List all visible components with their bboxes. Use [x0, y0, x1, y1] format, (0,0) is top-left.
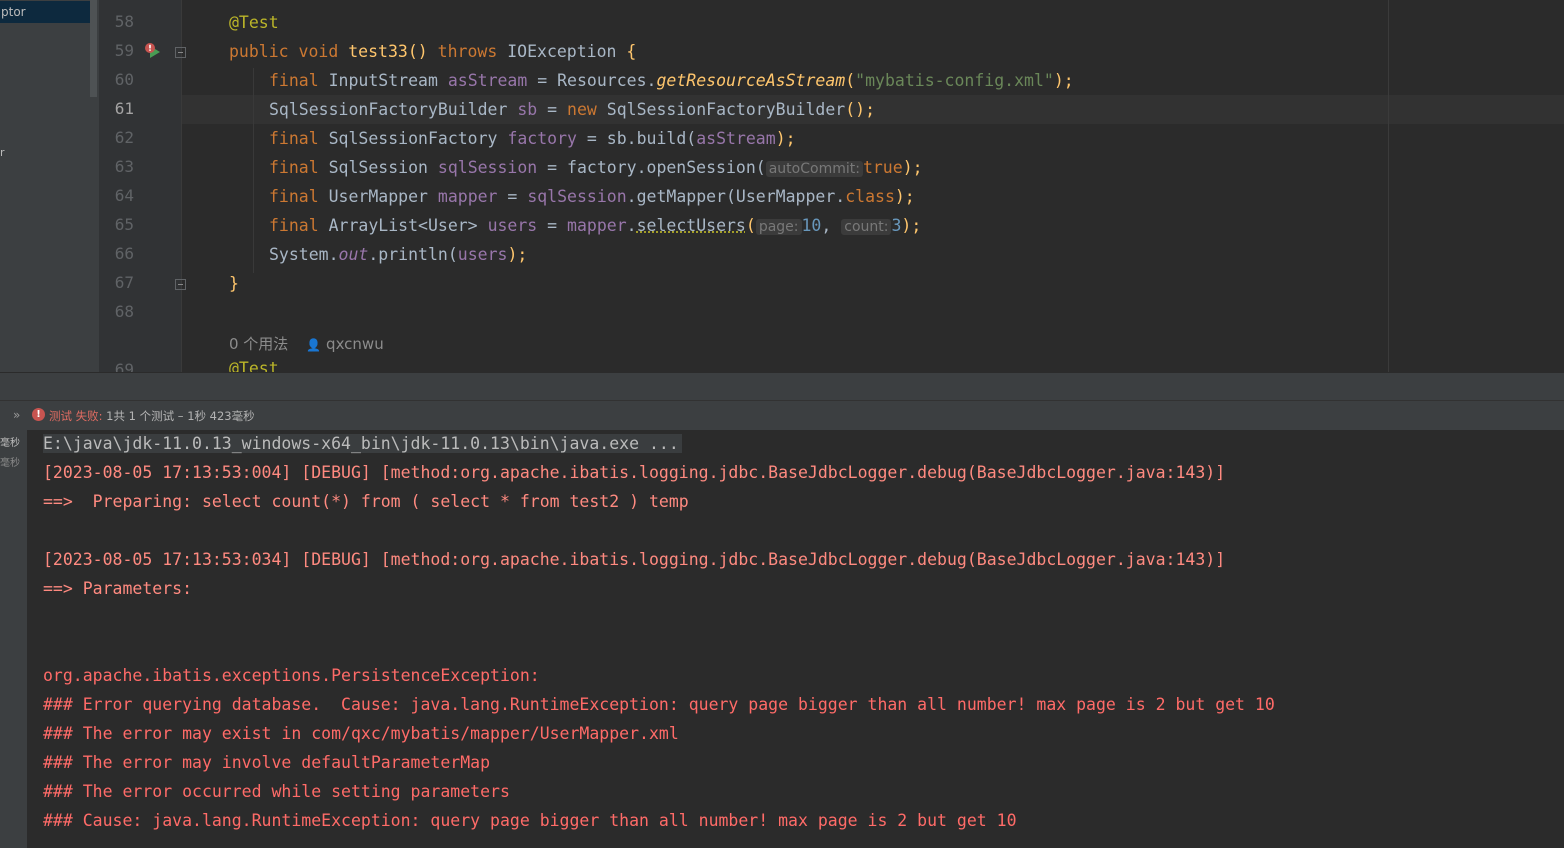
author-name[interactable]: qxcnwu [326, 335, 384, 353]
project-tree-selected-item[interactable]: ptor [0, 1, 90, 23]
test-tree-duration: 毫秒 [0, 438, 20, 449]
fold-collapse-icon[interactable] [175, 279, 186, 290]
project-tree-item-fragment: r [0, 146, 5, 159]
line-number: 64 [114, 186, 134, 205]
code-vision-usages[interactable]: 0 个用法 👤 qxcnwu [229, 333, 384, 354]
line-number: 65 [114, 215, 134, 234]
fold-collapse-icon[interactable] [175, 47, 186, 58]
code-line-59: public void test33() throws IOException … [229, 42, 637, 61]
indent-guide [253, 68, 254, 273]
parameter-hint: count: [841, 219, 892, 235]
line-number: 59 [114, 41, 134, 60]
run-status-bar: » ! 测试 失败: 1共 1 个测试 – 1秒 423毫秒 [0, 400, 1564, 431]
author-icon: 👤 [306, 338, 322, 352]
line-number: 63 [114, 157, 134, 176]
parameter-hint: page: [755, 219, 802, 235]
line-number: 68 [114, 302, 134, 321]
console-error-line: ### The error may exist in com/qxc/mybat… [43, 724, 679, 743]
line-number: 66 [114, 244, 134, 263]
console-error-line: ### Cause: java.lang.RuntimeException: q… [43, 811, 1017, 830]
console-error-line: ### Error querying database. Cause: java… [43, 695, 1275, 714]
project-panel: ptor r [0, 0, 99, 372]
parameter-hint: autoCommit: [765, 161, 863, 177]
console-line: ==> Parameters: [43, 579, 202, 598]
run-test-failed-icon[interactable] [144, 42, 164, 64]
right-margin-guide [1388, 0, 1389, 372]
console-line: [2023-08-05 17:13:53:004] [DEBUG] [metho… [43, 463, 1226, 482]
line-number: 60 [114, 70, 134, 89]
console-command-line[interactable]: E:\java\jdk-11.0.13_windows-x64_bin\jdk-… [43, 434, 682, 453]
code-line-64: final UserMapper mapper = sqlSession.get… [269, 187, 915, 206]
code-line-62: final SqlSessionFactory factory = sb.bui… [269, 129, 796, 148]
error-icon: ! [32, 408, 45, 421]
expand-chevron-icon[interactable]: » [13, 408, 20, 422]
code-line-58: @Test [229, 13, 279, 32]
code-line-65: final ArrayList<User> users = mapper.sel… [269, 216, 922, 235]
project-panel-scrollbar[interactable] [90, 0, 97, 97]
code-line-66: System.out.println(users); [269, 245, 528, 264]
test-tree-panel[interactable]: 毫秒 毫秒 [0, 430, 27, 848]
test-tree-duration: 毫秒 [0, 458, 20, 469]
line-number: 58 [114, 12, 134, 31]
test-status-text: 测试 失败: 1共 1 个测试 – 1秒 423毫秒 [49, 409, 255, 423]
code-line-69: @Test [229, 359, 279, 372]
console-error-line: ### The error occurred while setting par… [43, 782, 510, 801]
usages-count[interactable]: 0 个用法 [229, 335, 288, 353]
console-error-line: ### The error may involve defaultParamet… [43, 753, 491, 772]
line-number: 67 [114, 273, 134, 292]
project-tree-item-label: ptor [1, 5, 26, 19]
code-line-63: final SqlSession sqlSession = factory.op… [269, 158, 923, 177]
line-number: 62 [114, 128, 134, 147]
console-line: ==> Preparing: select count(*) from ( se… [43, 492, 689, 511]
line-number-current: 61 [114, 99, 134, 118]
code-line-60: final InputStream asStream = Resources.g… [269, 71, 1074, 90]
code-line-61: SqlSessionFactoryBuilder sb = new SqlSes… [269, 100, 876, 119]
console-line: [2023-08-05 17:13:53:034] [DEBUG] [metho… [43, 550, 1226, 569]
tool-window-splitter[interactable] [0, 372, 1564, 401]
code-line-67: } [229, 274, 239, 293]
console-error-line: org.apache.ibatis.exceptions.Persistence… [43, 666, 550, 685]
